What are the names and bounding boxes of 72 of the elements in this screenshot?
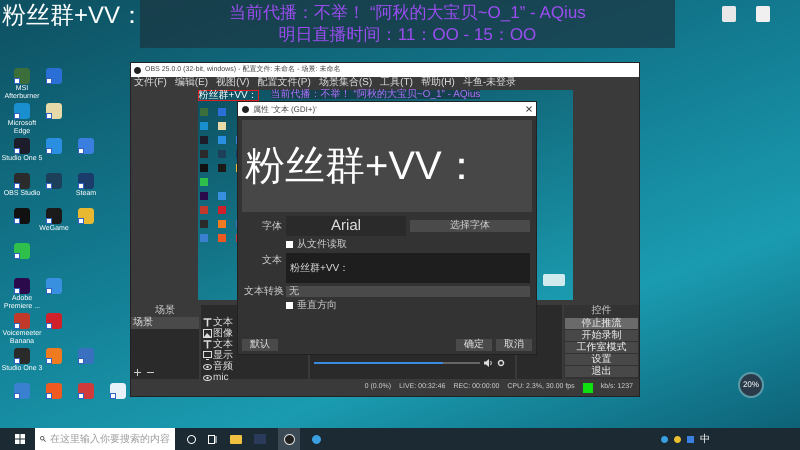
text-icon bbox=[203, 318, 212, 327]
menu-item[interactable]: 帮助(H) bbox=[420, 77, 455, 89]
dialog-title: 属性 '文本 (GDI+)' bbox=[253, 104, 317, 114]
app-icon[interactable] bbox=[14, 68, 30, 84]
folder-icon[interactable] bbox=[230, 434, 242, 444]
preview-text: 粉丝群+VV： bbox=[244, 144, 482, 188]
menu-item[interactable]: 文件(F) bbox=[134, 77, 167, 89]
image-icon bbox=[203, 329, 212, 338]
checkbox-label: 垂直方向 bbox=[297, 300, 337, 311]
scene-item[interactable]: 场景 bbox=[131, 317, 199, 329]
panel-title: 控件 bbox=[590, 305, 612, 317]
source-item[interactable]: 音频 bbox=[213, 361, 233, 372]
checkbox[interactable] bbox=[286, 302, 293, 309]
app-icon[interactable] bbox=[46, 173, 62, 189]
cpu-percent: 20% bbox=[742, 379, 759, 391]
choose-font-button[interactable]: 选择字体 bbox=[410, 220, 530, 232]
font-name: Arial bbox=[286, 216, 406, 236]
field-label: 文本转换 bbox=[244, 286, 282, 297]
control-button[interactable]: 工作室模式 bbox=[565, 342, 638, 353]
control-button[interactable]: 设置 bbox=[565, 354, 638, 365]
menu-item[interactable]: 斗鱼-未登录 bbox=[462, 77, 516, 89]
app-icon[interactable] bbox=[78, 173, 94, 189]
ime-indicator[interactable]: 中 bbox=[700, 432, 710, 446]
source-item[interactable]: 文本 bbox=[213, 317, 233, 328]
banner-text: 明日直播时间：11：OO - 15：OO bbox=[278, 24, 536, 46]
overlay-title: 粉丝群+VV： bbox=[2, 2, 144, 30]
banner-text: 当前代播：不举！ “阿秋的大宝贝~O_1” - AQius bbox=[229, 2, 586, 24]
search-icon bbox=[40, 435, 46, 443]
text-value: 粉丝群+VV： bbox=[290, 263, 350, 274]
dialog-button[interactable]: 确定 bbox=[456, 339, 492, 351]
speaker-icon[interactable] bbox=[484, 359, 493, 367]
app-icon[interactable] bbox=[46, 208, 62, 224]
menu-item[interactable]: 配置文件(P) bbox=[257, 77, 311, 89]
search-field[interactable]: 在这里输入你要搜索的内容 bbox=[35, 428, 175, 450]
source-item[interactable]: 显示 bbox=[213, 350, 233, 361]
menu-item[interactable]: 场景集合(S) bbox=[318, 77, 372, 89]
windows-start-icon[interactable] bbox=[15, 434, 25, 444]
field-label: 文本 bbox=[261, 254, 282, 268]
control-button[interactable]: 退出 bbox=[565, 366, 638, 377]
source-item[interactable]: 文本 bbox=[213, 339, 233, 350]
menu-item[interactable]: 视图(V) bbox=[216, 77, 250, 89]
text-icon bbox=[203, 340, 212, 349]
source-item[interactable]: 图像 bbox=[213, 328, 233, 339]
app-icon[interactable] bbox=[14, 138, 30, 154]
menu-item[interactable]: 编辑(E) bbox=[174, 77, 208, 89]
preview-banner-text: 当前代播：不举！ “阿秋的大宝贝~O_1” - AQius bbox=[270, 90, 480, 99]
menu-item[interactable]: 工具(T) bbox=[380, 77, 413, 89]
control-button[interactable]: 停止推流 bbox=[565, 318, 638, 329]
dialog-button[interactable]: 取消 bbox=[496, 339, 532, 351]
app-icon[interactable] bbox=[14, 348, 30, 364]
dropdown[interactable]: 无 bbox=[286, 286, 530, 297]
eye-icon bbox=[203, 364, 212, 370]
close-icon[interactable] bbox=[526, 106, 532, 112]
task-view-icon[interactable] bbox=[208, 434, 218, 444]
status-indicator bbox=[582, 382, 593, 392]
monitor-icon bbox=[203, 351, 212, 360]
app-icon[interactable] bbox=[46, 68, 62, 84]
panel-title: 场景 bbox=[131, 305, 199, 317]
field-label: 字体 bbox=[261, 220, 282, 234]
app-icon[interactable] bbox=[14, 278, 30, 294]
checkbox-label: 从文件读取 bbox=[297, 239, 347, 250]
control-button[interactable]: 开始录制 bbox=[565, 330, 638, 341]
app-icon[interactable] bbox=[14, 208, 30, 224]
source-item[interactable]: mic bbox=[213, 372, 229, 383]
remove-icon[interactable] bbox=[147, 369, 154, 376]
dialog-button[interactable]: 默认 bbox=[242, 339, 278, 351]
app-icon[interactable] bbox=[14, 173, 30, 189]
checkbox[interactable] bbox=[286, 241, 293, 248]
add-icon[interactable] bbox=[134, 369, 141, 376]
eye-icon bbox=[203, 374, 212, 380]
cortana-icon[interactable] bbox=[187, 434, 196, 444]
text-area[interactable]: 粉丝群+VV： bbox=[286, 253, 530, 283]
